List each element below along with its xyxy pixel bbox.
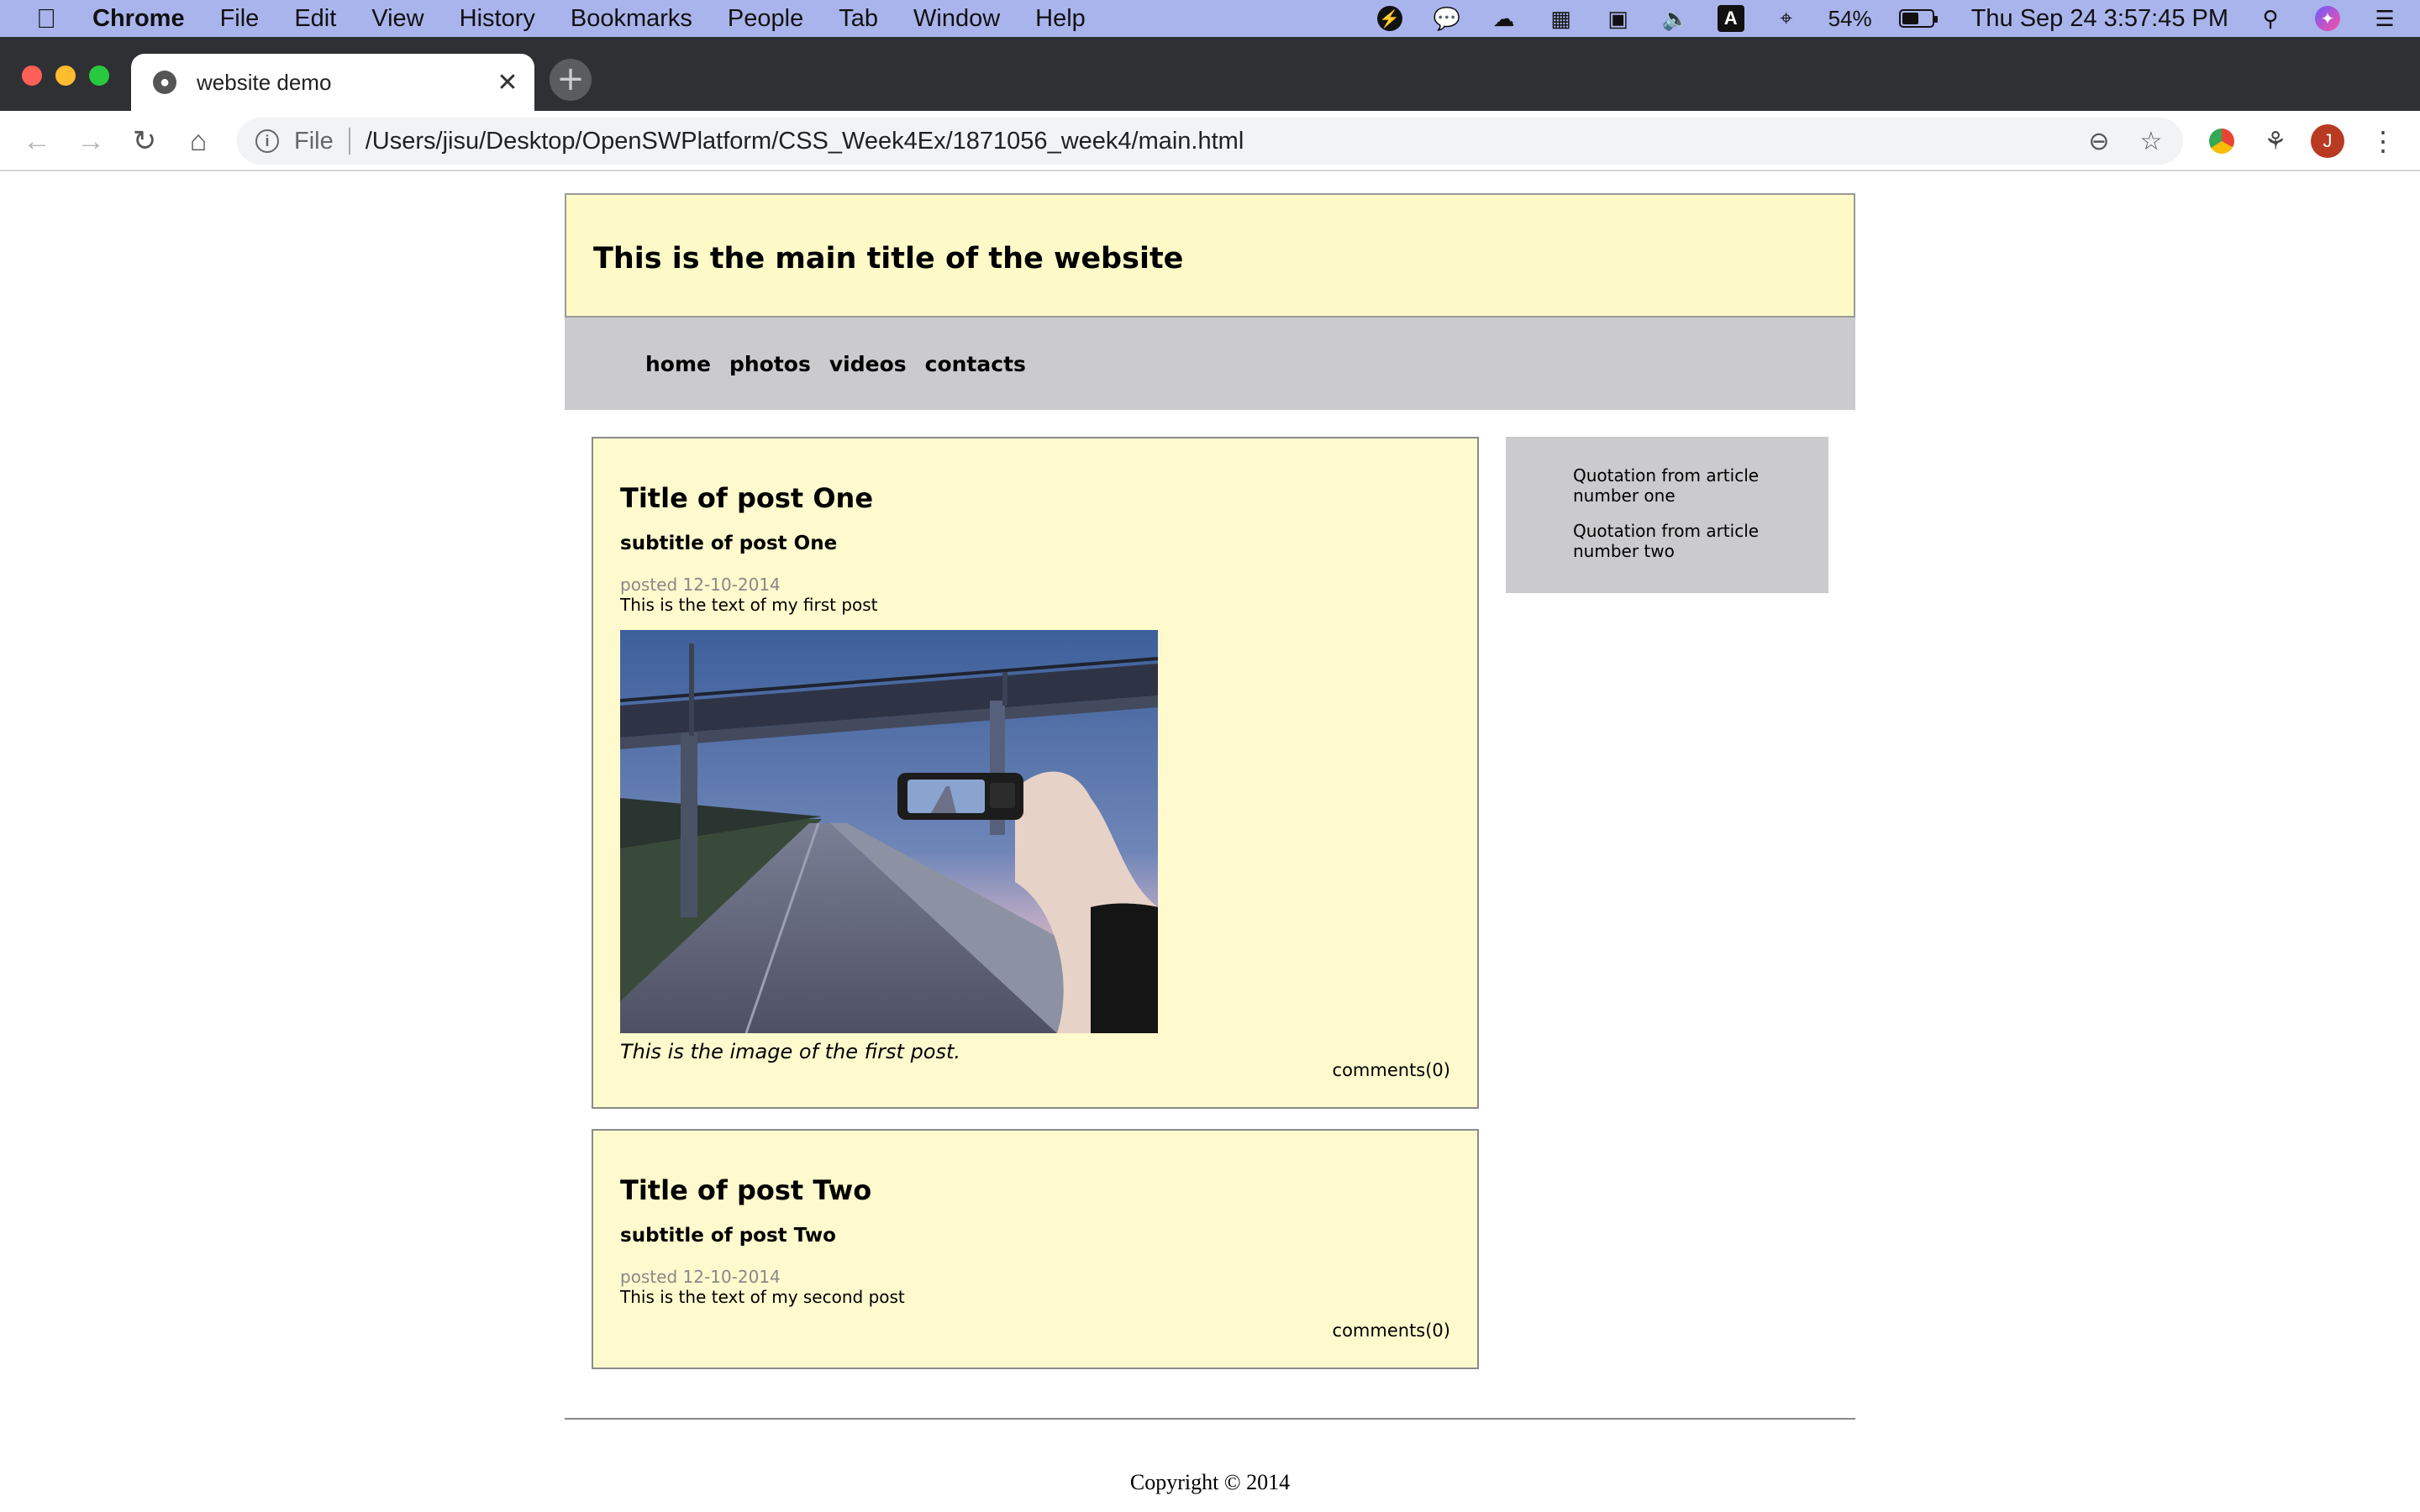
quotation-list: Quotation from article number one Quotat… bbox=[1573, 465, 1791, 576]
zoom-window-button[interactable] bbox=[89, 66, 109, 86]
tab-website-demo[interactable]: ● website demo ✕ bbox=[131, 54, 534, 111]
nav-link-home[interactable]: home bbox=[645, 352, 711, 376]
display-icon[interactable]: ▣ bbox=[1603, 3, 1634, 34]
siri-icon[interactable]: ✦ bbox=[2312, 3, 2343, 34]
comments-link[interactable]: comments(0) bbox=[1333, 1320, 1450, 1341]
post-date: posted 12-10-2014 bbox=[620, 1267, 781, 1287]
menu-history[interactable]: History bbox=[460, 5, 535, 33]
profile-avatar[interactable]: J bbox=[2311, 124, 2344, 158]
footer-divider bbox=[565, 1418, 1855, 1420]
menu-file[interactable]: File bbox=[220, 5, 260, 33]
menu-people[interactable]: People bbox=[728, 5, 803, 33]
extensions-puzzle-icon[interactable]: ⚘ bbox=[2259, 124, 2292, 158]
cloud-icon[interactable]: ☁ bbox=[1489, 3, 1519, 34]
battery-icon[interactable] bbox=[1898, 9, 1938, 28]
scheme-label: File bbox=[294, 127, 334, 155]
bookmark-star-icon[interactable]: ☆ bbox=[2131, 127, 2171, 156]
close-window-button[interactable] bbox=[22, 66, 42, 86]
dashboard-icon[interactable]: ▦ bbox=[1546, 3, 1576, 34]
home-icon[interactable]: ⌂ bbox=[178, 121, 218, 161]
more-menu-icon[interactable]: ⋮ bbox=[2366, 124, 2400, 158]
site-main-title: This is the main title of the website bbox=[593, 242, 1184, 276]
globe-icon: ● bbox=[153, 71, 176, 94]
post-subtitle: subtitle of post Two bbox=[620, 1225, 836, 1247]
nav-link-photos[interactable]: photos bbox=[729, 352, 811, 376]
notification-center-icon[interactable]: ☰ bbox=[2370, 3, 2400, 34]
wifi-icon[interactable]: ⌖ bbox=[1771, 3, 1802, 34]
bolt-icon[interactable]: ⚡ bbox=[1375, 3, 1405, 34]
post-title: Title of post One bbox=[620, 482, 874, 514]
bridge-road-photo bbox=[620, 630, 1158, 1033]
tab-title: website demo bbox=[197, 69, 332, 95]
volume-icon[interactable]: 🔈 bbox=[1660, 3, 1691, 34]
menu-edit[interactable]: Edit bbox=[294, 5, 336, 33]
menu-view[interactable]: View bbox=[371, 5, 424, 33]
browser-toolbar: ← → ↻ ⌂ i File /Users/jisu/Desktop/OpenS… bbox=[0, 111, 2420, 171]
quotation-item: Quotation from article number one bbox=[1573, 465, 1760, 506]
post-date: posted 12-10-2014 bbox=[620, 575, 781, 595]
site-navigation: home photos videos contacts bbox=[565, 318, 1855, 410]
post-image-caption: This is the image of the first post. bbox=[620, 1040, 961, 1063]
zoom-icon[interactable]: ⊖ bbox=[2079, 127, 2119, 156]
post-two: Title of post Two subtitle of post Two p… bbox=[592, 1129, 1479, 1369]
chrome-extension-icon[interactable] bbox=[2205, 124, 2238, 158]
comments-link[interactable]: comments(0) bbox=[1333, 1060, 1450, 1080]
apple-menu-icon[interactable]:  bbox=[0, 3, 92, 34]
post-text: This is the text of my first post bbox=[620, 595, 878, 615]
menu-tab[interactable]: Tab bbox=[839, 5, 878, 33]
macos-menu-bar:  Chrome File Edit View History Bookmark… bbox=[0, 0, 2420, 37]
close-tab-icon[interactable]: ✕ bbox=[489, 68, 526, 97]
chat-bubble-icon[interactable]: 💬 bbox=[1432, 3, 1462, 34]
info-icon[interactable]: i bbox=[255, 129, 279, 153]
page-viewport: This is the main title of the website ho… bbox=[0, 173, 2420, 1512]
sidebar-quotations: Quotation from article number one Quotat… bbox=[1506, 437, 1828, 593]
post-subtitle: subtitle of post One bbox=[620, 533, 838, 554]
quotation-item: Quotation from article number two bbox=[1573, 521, 1760, 561]
menu-help[interactable]: Help bbox=[1035, 5, 1086, 33]
menu-window[interactable]: Window bbox=[913, 5, 1000, 33]
reload-icon[interactable]: ↻ bbox=[124, 121, 165, 161]
minimize-window-button[interactable] bbox=[55, 66, 76, 86]
spotlight-search-icon[interactable]: ⚲ bbox=[2255, 3, 2286, 34]
url-text[interactable]: /Users/jisu/Desktop/OpenSWPlatform/CSS_W… bbox=[366, 128, 2079, 155]
omnibox-divider bbox=[348, 128, 350, 155]
post-text: This is the text of my second post bbox=[620, 1287, 905, 1307]
copyright-footer: Copyright © 2014 bbox=[1129, 1470, 1291, 1494]
input-source-icon[interactable]: A bbox=[1717, 5, 1744, 32]
site-header: This is the main title of the website bbox=[565, 193, 1855, 318]
status-area: ⚡ 💬 ☁ ▦ ▣ 🔈 A ⌖ 54% Thu Sep 24 3:57:45 P… bbox=[1375, 0, 2400, 37]
tab-strip: ● website demo ✕ + bbox=[0, 37, 2420, 111]
post-image bbox=[620, 630, 1158, 1033]
nav-link-videos[interactable]: videos bbox=[829, 352, 907, 376]
address-bar[interactable]: i File /Users/jisu/Desktop/OpenSWPlatfor… bbox=[237, 118, 2183, 165]
post-title: Title of post Two bbox=[620, 1174, 872, 1206]
battery-percent: 54% bbox=[1828, 5, 1872, 31]
clock[interactable]: Thu Sep 24 3:57:45 PM bbox=[1971, 5, 2228, 33]
post-one: Title of post One subtitle of post One p… bbox=[592, 437, 1479, 1109]
menu-app-name[interactable]: Chrome bbox=[92, 5, 185, 33]
menu-bookmarks[interactable]: Bookmarks bbox=[571, 5, 692, 33]
back-arrow-icon[interactable]: ← bbox=[17, 121, 57, 161]
forward-arrow-icon[interactable]: → bbox=[71, 121, 111, 161]
new-tab-button[interactable]: + bbox=[550, 59, 592, 101]
nav-link-contacts[interactable]: contacts bbox=[925, 352, 1026, 376]
